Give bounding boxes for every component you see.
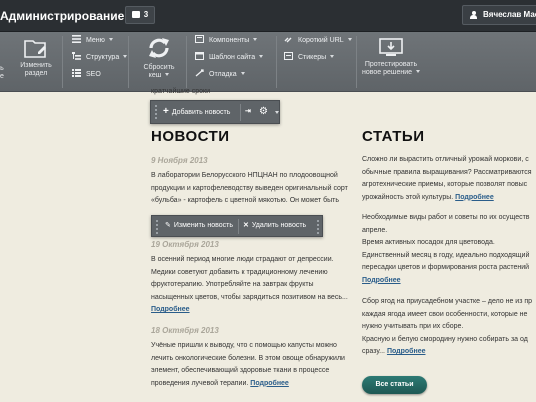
chevron-down-icon	[330, 55, 335, 58]
edit-news-button[interactable]: ✎ Изменить новость	[165, 216, 233, 236]
short-url-button[interactable]: Короткий URL	[284, 35, 352, 47]
list-icon	[72, 35, 81, 43]
news-more-link[interactable]: Подробнее	[151, 306, 190, 313]
toolbar-divider	[128, 36, 129, 88]
admin-toolbar: ь е Изменить раздел Меню Структура SEO С…	[0, 32, 536, 92]
admin-topbar: Администрирование 3 Вячеслав Мас	[0, 0, 536, 32]
refresh-icon	[149, 38, 169, 58]
chevron-down-icon	[123, 55, 128, 58]
collapse-icon[interactable]: ⇥	[245, 101, 251, 123]
panel-divider	[238, 219, 239, 234]
articles-heading: СТАТЬИ	[362, 128, 425, 145]
change-section-label-2: раздел	[24, 70, 48, 77]
menu-label: Меню	[86, 37, 105, 44]
change-section-label: Изменить	[20, 62, 52, 69]
reset-cache-button[interactable]: Сбросить кеш	[136, 35, 182, 80]
change-section-button[interactable]: Изменить раздел	[14, 37, 58, 78]
news-item-text: В осенний период многие люди страдают от…	[151, 256, 348, 313]
user-icon	[470, 11, 477, 19]
all-articles-button[interactable]: Все статьи	[362, 376, 427, 394]
seo-label: SEO	[86, 71, 101, 78]
monitor-download-icon	[379, 38, 403, 56]
chevron-down-icon	[253, 38, 258, 41]
news-date: 19 Октября 2013	[151, 240, 219, 249]
sticker-icon	[284, 52, 293, 60]
short-url-label: Короткий URL	[298, 37, 344, 44]
drag-handle[interactable]	[156, 220, 158, 234]
article-more-link[interactable]: Подробнее	[455, 194, 494, 201]
notifications-button[interactable]: 3	[125, 6, 155, 24]
toolbar-divider	[356, 36, 357, 88]
structure-icon	[72, 52, 81, 60]
user-name: Вячеслав Мас	[483, 10, 536, 19]
site-template-label: Шаблон сайта	[209, 54, 256, 61]
chevron-down-icon	[165, 73, 170, 76]
toolbar-divider	[62, 36, 63, 88]
link-icon	[284, 37, 292, 43]
panel-divider	[240, 104, 241, 121]
menu-button[interactable]: Меню	[72, 35, 113, 47]
structure-label: Структура	[86, 54, 120, 61]
news-more-link[interactable]: Подробнее	[250, 380, 289, 387]
debug-label: Отладка	[209, 71, 237, 78]
test-new-solution-label-2: новое решение	[361, 69, 413, 76]
components-icon	[195, 35, 204, 43]
article-text: Необходимые виды работ и советы по их ос…	[362, 214, 530, 284]
news-date: 9 Ноября 2013	[151, 156, 208, 165]
components-button[interactable]: Компоненты	[195, 35, 258, 47]
stickers-button[interactable]: Стикеры	[284, 52, 335, 64]
article-text: Сбор ягод на приусадебном участке – дело…	[362, 298, 533, 355]
create-page-label-2: е	[0, 73, 4, 80]
article-text: Сложно ли вырастить отличный урожай морк…	[362, 156, 532, 201]
chevron-down-icon[interactable]	[275, 111, 279, 114]
delete-news-label: Удалить новость	[251, 222, 307, 229]
components-label: Компоненты	[209, 37, 250, 44]
drag-handle[interactable]	[155, 105, 157, 119]
folder-edit-icon	[24, 40, 46, 58]
news-item-edit-panel: ✎ Изменить новость ✕ Удалить новость	[151, 215, 323, 237]
create-page-label: ь	[0, 65, 4, 72]
chevron-down-icon	[240, 72, 245, 75]
chevron-down-icon	[416, 70, 421, 73]
close-icon: ✕	[243, 222, 249, 229]
user-menu-button[interactable]: Вячеслав Мас	[462, 5, 536, 25]
create-page-button[interactable]: ь е	[0, 65, 6, 81]
delete-news-button[interactable]: ✕ Удалить новость	[243, 216, 306, 236]
add-news-label: Добавить новость	[171, 109, 231, 116]
stickers-label: Стикеры	[298, 54, 327, 61]
news-date: 18 Октября 2013	[151, 326, 219, 335]
site-template-button[interactable]: Шаблон сайта	[195, 52, 264, 64]
chevron-down-icon	[259, 55, 264, 58]
news-intro-text: кратчайшие сроки	[151, 88, 210, 95]
news-item-text: В лаборатории Белорусского НПЦНАН по пло…	[151, 172, 348, 204]
article-more-link[interactable]: Подробнее	[387, 348, 426, 355]
notifications-count: 3	[143, 10, 149, 19]
add-news-panel: + Добавить новость ⇥ ⚙	[150, 100, 280, 124]
debug-icon	[195, 69, 204, 77]
test-new-solution-label: Протестировать	[364, 61, 418, 68]
news-item-text: Учёные пришли к выводу, что с помощью ка…	[151, 342, 345, 387]
add-news-button[interactable]: + Добавить новость	[163, 101, 230, 123]
toolbar-divider	[186, 36, 187, 88]
template-icon	[195, 52, 204, 60]
chevron-down-icon	[108, 38, 113, 41]
pencil-icon: ✎	[165, 222, 171, 229]
drag-handle[interactable]	[317, 220, 319, 234]
reset-cache-label: Сбросить	[143, 64, 175, 71]
test-new-solution-button[interactable]: Протестировать новое решение	[360, 38, 422, 77]
toolbar-divider	[276, 36, 277, 88]
seo-button[interactable]: SEO	[72, 69, 101, 81]
chevron-down-icon	[347, 38, 352, 41]
settings-gear-icon[interactable]: ⚙	[259, 101, 268, 123]
news-heading: НОВОСТИ	[151, 128, 230, 145]
seo-icon	[72, 69, 81, 77]
edit-news-label: Изменить новость	[173, 222, 234, 229]
structure-button[interactable]: Структура	[72, 52, 128, 64]
article-more-link[interactable]: Подробнее	[362, 277, 401, 284]
notification-icon	[131, 11, 140, 18]
plus-icon: +	[163, 106, 169, 117]
debug-button[interactable]: Отладка	[195, 69, 245, 81]
admin-title[interactable]: Администрирование	[0, 9, 124, 23]
reset-cache-label-2: кеш	[148, 72, 162, 79]
